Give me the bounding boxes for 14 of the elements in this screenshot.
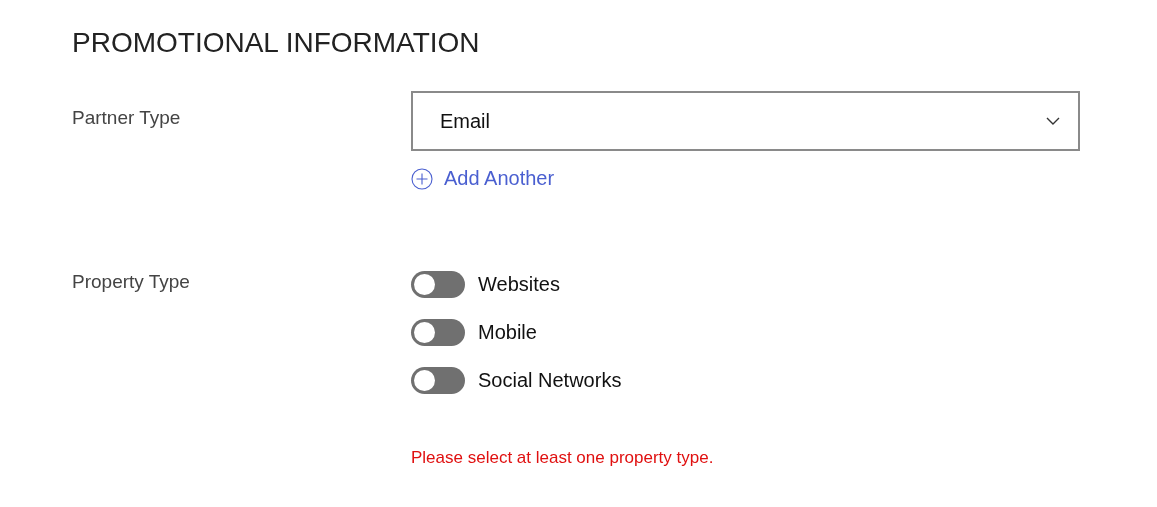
- section-title: PROMOTIONAL INFORMATION: [72, 26, 481, 60]
- option-label: Social Networks: [478, 369, 622, 392]
- toggle-switch[interactable]: [411, 367, 465, 394]
- partner-type-dropdown[interactable]: Email: [411, 91, 1080, 151]
- field-label: Property Type: [72, 270, 191, 294]
- chevron-down-icon: [1046, 117, 1060, 125]
- field-label: Partner Type: [72, 106, 182, 130]
- add-another-link[interactable]: Add Another: [411, 167, 555, 190]
- option-label: Mobile: [478, 321, 537, 344]
- plus-circle-icon: [411, 167, 433, 190]
- error-message: Please select at least one property type.: [411, 447, 715, 468]
- option-label: Websites: [478, 273, 560, 296]
- toggle-switch[interactable]: [411, 271, 465, 298]
- toggle-switch[interactable]: [411, 319, 465, 346]
